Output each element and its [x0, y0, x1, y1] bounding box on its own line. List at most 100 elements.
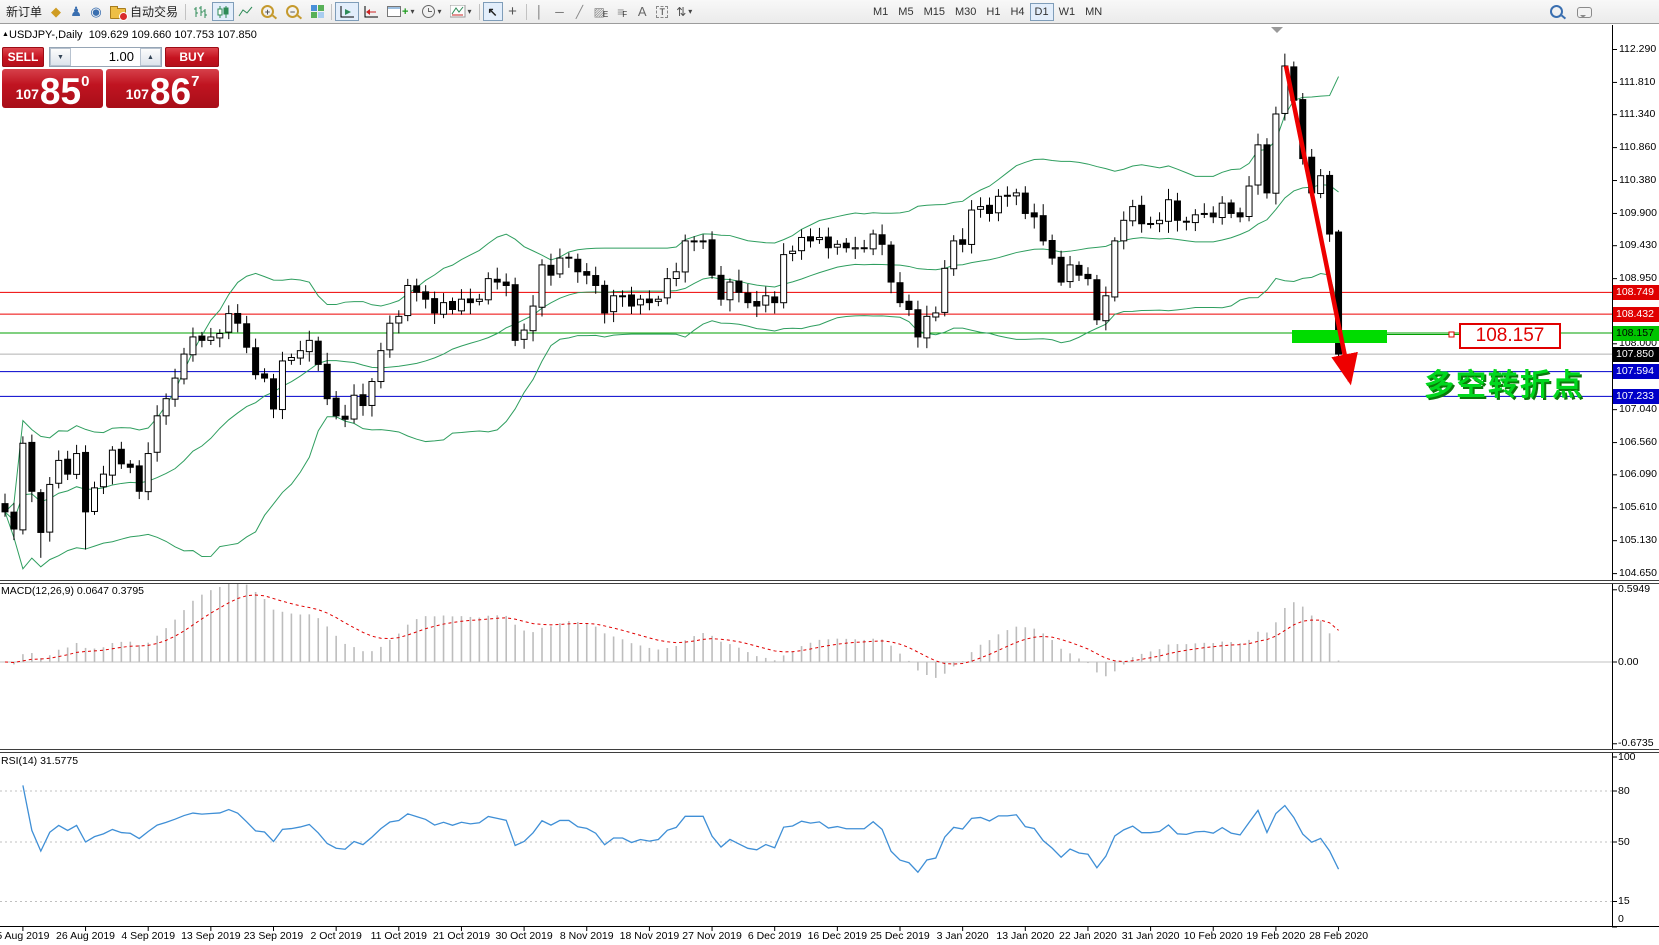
indicators-button[interactable]: ▾: [446, 2, 476, 21]
separator: [331, 4, 332, 20]
price-tag-107.233: 107.233: [1613, 389, 1659, 404]
navigator-icon[interactable]: ◉: [86, 2, 106, 21]
channel-tool[interactable]: ▨E: [590, 2, 613, 21]
candlestick-icon: [216, 5, 230, 19]
text-label-tool[interactable]: T: [652, 2, 672, 21]
chat-icon: [1577, 7, 1592, 18]
chart-canvas[interactable]: [0, 23, 1659, 945]
price-axis-label: 105.610: [1619, 501, 1657, 513]
rsi-label: RSI(14) 31.5775: [1, 755, 78, 767]
price-tag-108.749: 108.749: [1613, 285, 1659, 300]
bar-chart-button[interactable]: [189, 2, 212, 21]
rsi-axis-label: 15: [1618, 895, 1630, 907]
rsi-axis-label: 100: [1618, 751, 1636, 763]
chevron-down-icon: ▾: [688, 7, 692, 16]
line-chart-button[interactable]: [234, 2, 257, 21]
trendline-tool[interactable]: ╱: [570, 2, 590, 21]
horizontal-line-icon: ─: [555, 5, 564, 19]
vertical-line-icon: │: [536, 5, 544, 19]
timeframe-button-D1[interactable]: D1: [1030, 3, 1054, 21]
clock-icon: [422, 5, 435, 18]
rsi-axis-label: 50: [1618, 836, 1630, 848]
timeframe-button-W1[interactable]: W1: [1054, 3, 1081, 21]
auto-trading-label: 自动交易: [130, 3, 178, 20]
search-button[interactable]: [1546, 2, 1567, 21]
timeframe-button-M5[interactable]: M5: [893, 3, 918, 21]
price-tag-107.594: 107.594: [1613, 364, 1659, 379]
price-axis-label: 109.430: [1619, 239, 1657, 251]
auto-scroll-button[interactable]: [335, 2, 359, 21]
separator: [526, 4, 527, 20]
vertical-line-tool[interactable]: │: [530, 2, 550, 21]
red-badge-icon: [119, 12, 128, 21]
quotes-icon[interactable]: ◆: [46, 2, 66, 21]
volume-value[interactable]: 1.00: [71, 48, 140, 66]
turning-point-text[interactable]: 多空转折点: [1424, 360, 1584, 404]
crosshair-tool-button[interactable]: +: [503, 2, 523, 21]
buy-price-main: 86: [150, 77, 191, 107]
price-tag-108.157: 108.157: [1613, 326, 1659, 341]
buy-button[interactable]: BUY: [165, 47, 219, 67]
timeframe-button-H4[interactable]: H4: [1005, 3, 1029, 21]
timeframe-button-H1[interactable]: H1: [981, 3, 1005, 21]
fibonacci-tool[interactable]: ≡F: [612, 2, 632, 21]
zoom-out-button[interactable]: −: [282, 2, 303, 21]
buy-price-box[interactable]: 107 86 7: [106, 69, 219, 108]
buy-price-prefix: 107: [126, 86, 149, 102]
candlestick-chart-button[interactable]: [212, 2, 234, 21]
chevron-down-icon: ▾: [437, 7, 441, 16]
pane-splitter-rsi[interactable]: [0, 749, 1659, 753]
arrows-tool[interactable]: ⇅▾: [672, 2, 696, 21]
zoom-in-button[interactable]: +: [257, 2, 278, 21]
price-axis-label: 112.290: [1619, 43, 1656, 55]
text-icon: A: [638, 4, 647, 19]
new-order-label: 新订单: [6, 3, 42, 20]
chevron-down-icon: ▾: [410, 7, 414, 16]
buy-price-sup: 7: [191, 73, 199, 90]
zoom-in-icon: +: [261, 5, 274, 18]
tile-windows-button[interactable]: [307, 2, 328, 21]
new-chart-button[interactable]: + ▾: [383, 2, 418, 21]
arrows-icon: ⇅: [676, 5, 686, 19]
cursor-tool-button[interactable]: ↖: [483, 2, 503, 21]
auto-trading-button[interactable]: 自动交易: [106, 2, 182, 21]
price-annotation-box[interactable]: 108.157: [1459, 323, 1561, 349]
price-tag-108.432: 108.432: [1613, 307, 1659, 322]
rsi-axis-label: 80: [1618, 785, 1630, 797]
pane-splitter-macd[interactable]: [0, 580, 1659, 584]
volume-up-button[interactable]: ▲: [140, 48, 161, 66]
price-axis-label: 111.810: [1619, 76, 1655, 88]
timeframe-button-M30[interactable]: M30: [950, 3, 981, 21]
timeframe-button-MN[interactable]: MN: [1080, 3, 1107, 21]
new-order-button[interactable]: 新订单: [2, 2, 46, 21]
sell-button[interactable]: SELL: [2, 47, 44, 67]
price-tag-107.850: 107.850: [1613, 347, 1659, 362]
bar-chart-icon: [193, 5, 208, 19]
profiles-button[interactable]: ▾: [418, 2, 445, 21]
sell-price-sup: 0: [81, 73, 89, 90]
date-axis-label: 28 Feb 2020: [1299, 930, 1379, 942]
market-watch-icon[interactable]: ♟: [66, 2, 86, 21]
price-axis-label: 106.090: [1619, 468, 1657, 480]
tile-windows-icon: [311, 5, 324, 18]
horizontal-line-tool[interactable]: ─: [550, 2, 570, 21]
macd-axis-label: 0.5949: [1618, 583, 1650, 595]
sell-price-box[interactable]: 107 85 0: [2, 69, 103, 108]
price-axis-label: 108.950: [1619, 272, 1657, 284]
toolbar-right-group: [1546, 1, 1596, 22]
timeframe-button-M15[interactable]: M15: [919, 3, 950, 21]
text-tool[interactable]: A: [632, 2, 652, 21]
timeframe-group: M1M5M15M30H1H4D1W1MN: [868, 1, 1107, 22]
chart-shift-button[interactable]: [359, 2, 383, 21]
chat-button[interactable]: [1573, 2, 1596, 21]
timeframe-button-M1[interactable]: M1: [868, 3, 893, 21]
toolbar: 新订单 ◆ ♟ ◉ 自动交易 + − + ▾: [0, 0, 1659, 24]
toolbar-left-group: 新订单 ◆ ♟ ◉ 自动交易 + − + ▾: [2, 1, 696, 22]
volume-down-button[interactable]: ▼: [50, 48, 71, 66]
separator: [185, 4, 186, 20]
sell-price-prefix: 107: [16, 86, 39, 102]
window-marker-icon: ▲: [2, 31, 9, 38]
search-icon: [1550, 5, 1563, 18]
new-chart-icon: [387, 6, 401, 17]
chart-shift-icon: [363, 5, 379, 19]
